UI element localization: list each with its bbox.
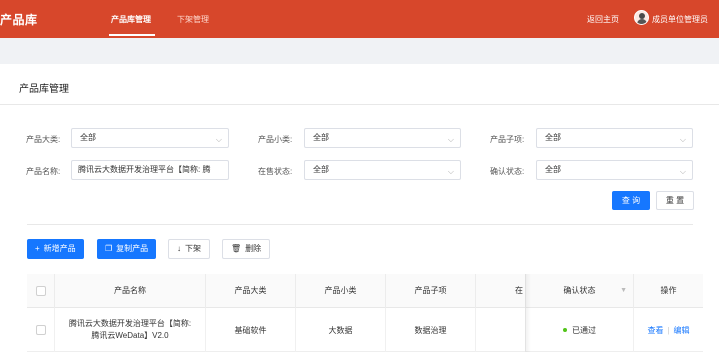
filter-divider <box>27 224 693 225</box>
add-product-button[interactable]: + 新增产品 <box>27 239 84 259</box>
category-select[interactable]: 全部 ⌵ <box>71 128 229 148</box>
plus-icon: + <box>35 244 40 253</box>
table-header: 产品名称 产品大类 产品小类 产品子项 在 确认状态 ▼ 操作 <box>27 274 703 308</box>
cell-listing-status-clipped <box>476 308 526 352</box>
chevron-down-icon: ⌵ <box>679 135 686 144</box>
column-subcategory: 产品小类 <box>296 274 386 308</box>
fixed-column-shadow <box>525 274 531 352</box>
category-label: 产品大类: <box>26 135 61 144</box>
cell-subcategory: 大数据 <box>296 308 386 352</box>
chevron-down-icon: ⌵ <box>679 167 686 176</box>
nav-delist-management[interactable]: 下架管理 <box>177 14 209 25</box>
cell-product-name: 腾讯云大数据开发治理平台【简称: 腾讯云WeData】V2.0 <box>55 308 206 352</box>
column-subitem: 产品子项 <box>386 274 476 308</box>
page-title: 产品库管理 <box>19 84 69 95</box>
chevron-down-icon: ⌵ <box>447 167 454 176</box>
cell-confirm-status: 已通过 <box>526 308 634 352</box>
listing-label: 在售状态: <box>258 167 293 176</box>
chevron-down-icon: ⌵ <box>447 135 454 144</box>
arrow-down-icon: ↓ <box>177 244 181 253</box>
nav-active-indicator <box>109 34 155 36</box>
chevron-down-icon: ⌵ <box>215 135 222 144</box>
edit-link[interactable]: 编辑 <box>674 325 690 336</box>
column-product-name: 产品名称 <box>55 274 206 308</box>
status-text: 已通过 <box>572 325 596 335</box>
subitem-select[interactable]: 全部 ⌵ <box>536 128 693 148</box>
query-button[interactable]: 查 询 <box>612 191 650 210</box>
title-divider <box>0 104 719 105</box>
nav-product-library[interactable]: 产品库管理 <box>111 14 151 25</box>
cell-category: 基础软件 <box>206 308 296 352</box>
column-category: 产品大类 <box>206 274 296 308</box>
delete-button[interactable]: 🗑 删除 <box>222 239 271 259</box>
column-listing-status-clipped: 在 <box>476 274 526 308</box>
subcategory-select[interactable]: 全部 ⌵ <box>304 128 461 148</box>
confirm-label: 确认状态: <box>490 167 525 176</box>
copy-product-button[interactable]: ❐ 复制产品 <box>97 239 157 259</box>
confirm-status-select[interactable]: 全部 ⌵ <box>536 160 693 180</box>
status-dot-icon <box>563 328 567 332</box>
product-name-input[interactable]: 腾讯云大数据开发治理平台【简称: 腾 <box>71 160 229 180</box>
user-name[interactable]: 成员单位管理员 <box>652 14 708 25</box>
trash-icon: 🗑 <box>231 244 242 253</box>
column-confirm-status: 确认状态 ▼ <box>526 274 634 308</box>
home-link[interactable]: 返回主页 <box>587 14 619 25</box>
select-all-checkbox[interactable] <box>27 274 55 308</box>
filter-icon[interactable]: ▼ <box>620 274 627 308</box>
row-checkbox[interactable] <box>27 308 55 352</box>
reset-button[interactable]: 重 置 <box>656 191 694 210</box>
cell-subitem: 数据治理 <box>386 308 476 352</box>
subcategory-label: 产品小类: <box>258 135 293 144</box>
table-row: 腾讯云大数据开发治理平台【简称: 腾讯云WeData】V2.0 基础软件 大数据… <box>27 308 703 352</box>
view-link[interactable]: 查看 <box>647 325 663 336</box>
top-header: 产品库 产品库管理 下架管理 返回主页 成员单位管理员 <box>0 0 719 38</box>
app-logo: 产品库 <box>0 13 38 27</box>
op-separator: | <box>667 325 670 335</box>
product-table: 产品名称 产品大类 产品小类 产品子项 在 确认状态 ▼ 操作 腾讯云大数据开发治… <box>27 274 703 352</box>
subitem-label: 产品子项: <box>490 135 525 144</box>
name-label: 产品名称: <box>26 167 61 176</box>
avatar[interactable] <box>634 10 649 25</box>
copy-icon: ❐ <box>105 244 113 253</box>
delist-button[interactable]: ↓ 下架 <box>168 239 210 259</box>
cell-operations: 查看 | 编辑 <box>634 308 703 352</box>
listing-status-select[interactable]: 全部 ⌵ <box>304 160 461 180</box>
column-operations: 操作 <box>660 286 677 295</box>
